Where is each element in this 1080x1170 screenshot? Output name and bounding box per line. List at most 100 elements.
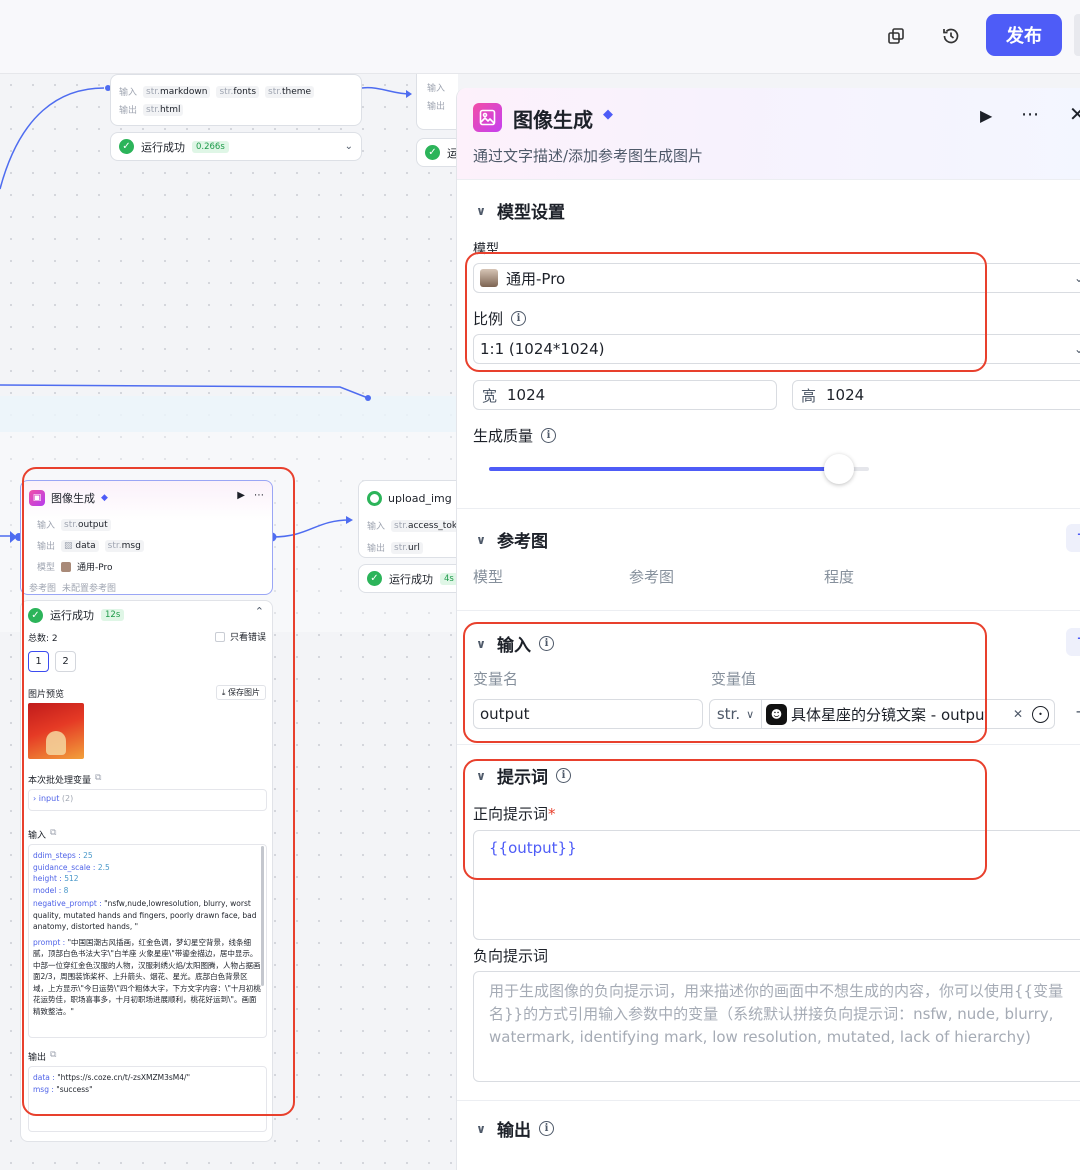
page-button[interactable]: 2 — [55, 651, 76, 672]
scrollbar[interactable] — [261, 846, 264, 986]
param-name: html — [159, 104, 181, 115]
image-gen-icon — [473, 103, 502, 132]
upload-img-node[interactable]: upload_img 输入 str.access_token 输出 str.ur… — [358, 480, 458, 558]
kv-row: guidance_scale : 2.5 — [33, 862, 262, 874]
close-icon[interactable]: ✕ — [1069, 102, 1080, 126]
save-image-button[interactable]: ⤓ 保存图片 — [215, 685, 266, 700]
type-label: str. — [268, 86, 282, 97]
model-select[interactable]: 通用-Pro ⌄ — [473, 263, 1080, 293]
batch-input-item[interactable]: › input (2) — [28, 789, 267, 811]
ref-images-header[interactable]: ∨ 参考图 — [473, 527, 548, 552]
quality-slider[interactable] — [489, 467, 869, 471]
image-gen-node[interactable]: ▣ 图像生成 ◆ ▶ ⋯ 输入 str.output 输出 ▨ data str… — [20, 480, 273, 595]
run-result-panel: ✓ 运行成功 12s ⌃ 总数: 2 只看错误 12 图片预览 ⤓ 保存图片 本… — [20, 600, 273, 1142]
check-icon: ✓ — [28, 607, 43, 623]
info-icon[interactable]: i — [511, 311, 527, 326]
chevron-down-icon[interactable]: ∨ — [473, 533, 489, 547]
param-name: data — [75, 540, 96, 551]
image-icon: ▨ — [64, 540, 76, 551]
param-name: theme — [281, 86, 312, 97]
only-errors-toggle[interactable]: 只看错误 — [214, 630, 266, 643]
width-label: 宽 — [482, 386, 498, 405]
divider — [457, 1100, 1080, 1101]
workflow-canvas[interactable]: 输入 str.markdown str.fonts str.theme 输出 s… — [0, 74, 458, 1170]
chevron-down-icon: ⌄ — [1074, 342, 1080, 356]
model-value: 通用-Pro — [77, 563, 113, 573]
page-button[interactable]: 1 — [28, 651, 49, 672]
output-label: 输出 — [119, 106, 138, 116]
quality-slider-handle[interactable] — [824, 454, 854, 484]
copy-icon[interactable] — [882, 22, 910, 50]
var-ref-value: 具体星座的分镜文案 - output — [791, 705, 987, 724]
ratio-label: 比例 — [473, 310, 504, 328]
checkbox[interactable] — [214, 631, 225, 642]
variable-picker-icon[interactable]: • — [1032, 705, 1049, 723]
prompt-section-header[interactable]: ∨ 提示词 i — [473, 763, 571, 788]
type-label: str. — [146, 86, 160, 97]
input-tag: str.fonts — [216, 85, 260, 98]
ref-value: 未配置参考图 — [62, 584, 117, 594]
panel-title: 图像生成 — [513, 108, 593, 132]
image-gen-icon: ▣ — [29, 490, 45, 506]
chevron-down-icon[interactable]: ∨ — [473, 204, 489, 218]
add-material-node[interactable]: 输入 输出 — [416, 74, 458, 130]
copy-icon[interactable]: ⧉ — [50, 828, 56, 841]
copy-icon[interactable]: ⧉ — [95, 773, 101, 786]
output-values-box[interactable]: data : "https://s.coze.cn/t/-zsXMZM3sM4/… — [28, 1066, 267, 1132]
chevron-down-icon[interactable]: ∨ — [473, 1122, 489, 1136]
more-icon[interactable]: ⋯ — [1021, 104, 1040, 125]
history-icon[interactable] — [937, 22, 965, 50]
chevron-down-icon[interactable]: ∨ — [473, 769, 489, 783]
info-icon[interactable]: i — [556, 768, 571, 783]
chevron-up-icon[interactable]: ⌃ — [255, 605, 264, 618]
remove-input-icon[interactable]: − — [1075, 702, 1080, 721]
chevron-down-icon: ⌄ — [1074, 271, 1080, 285]
run-icon[interactable]: ▶ — [980, 106, 992, 125]
node-a-run-status[interactable]: ✓ 运行成功 0.266s ⌄ — [110, 132, 362, 161]
chevron-down-icon[interactable]: ∨ — [473, 637, 489, 651]
divider — [457, 744, 1080, 745]
add-ref-button[interactable]: + — [1066, 524, 1080, 552]
model-value: 通用-Pro — [506, 269, 566, 288]
info-icon[interactable]: i — [539, 636, 554, 651]
info-icon[interactable]: i — [541, 428, 557, 443]
negative-prompt-placeholder: 用于生成图像的负向提示词，用来描述你的画面中不想生成的内容，你可以使用{{变量名… — [489, 982, 1064, 1046]
input-tag: str.output — [61, 518, 111, 531]
var-value-input[interactable]: str. ∨ ☻ 具体星座的分镜文案 - output ✕ • — [709, 699, 1055, 729]
upload-run-status[interactable]: ✓ 运行成功 4s — [358, 564, 458, 593]
ref-col-image: 参考图 — [629, 568, 675, 586]
preview-image[interactable] — [28, 703, 84, 759]
chevron-down-icon[interactable]: ⌄ — [345, 141, 353, 152]
positive-prompt-input[interactable]: {{output}} — [473, 830, 1080, 940]
var-type-select[interactable]: str. ∨ — [710, 700, 762, 728]
copy-icon[interactable]: ⧉ — [50, 1050, 56, 1063]
kv-key: height — [33, 874, 57, 883]
clear-icon[interactable]: ✕ — [1013, 707, 1023, 721]
diamond-icon: ◆ — [101, 493, 108, 503]
node-b-run-status[interactable]: ✓ 运 — [416, 138, 458, 167]
model-settings-header[interactable]: ∨ 模型设置 — [473, 198, 565, 223]
var-name-input[interactable]: output — [473, 699, 703, 729]
ref-label: 参考图 — [29, 584, 57, 594]
upload-icon — [367, 491, 382, 506]
kv-value: "success" — [56, 1084, 93, 1094]
add-input-button[interactable]: + — [1066, 628, 1080, 656]
publish-button[interactable]: 发布 — [986, 14, 1062, 56]
kv-key: ddim_steps — [33, 851, 76, 860]
ratio-select[interactable]: 1:1 (1024*1024) ⌄ — [473, 334, 1080, 364]
param-name: fonts — [233, 86, 257, 97]
ref-col-model: 模型 — [473, 568, 504, 586]
kv-separator: : — [60, 937, 68, 947]
kv-row: height : 512 — [33, 873, 262, 885]
height-input[interactable]: 高 1024 — [792, 380, 1080, 410]
width-input[interactable]: 宽 1024 — [473, 380, 777, 410]
input-section-header[interactable]: ∨ 输入 i — [473, 631, 554, 656]
more-icon[interactable]: ⋯ — [254, 490, 264, 501]
chevron-right-icon: › — [33, 794, 37, 803]
info-icon[interactable]: i — [539, 1121, 554, 1136]
run-icon[interactable]: ▶ — [237, 490, 245, 501]
html-node[interactable]: 输入 str.markdown str.fonts str.theme 输出 s… — [110, 74, 362, 126]
output-section-header[interactable]: ∨ 输出 i — [473, 1116, 554, 1141]
input-values-box[interactable]: ddim_steps : 25 guidance_scale : 2.5 heigh… — [28, 844, 267, 1038]
negative-prompt-input[interactable]: 用于生成图像的负向提示词，用来描述你的画面中不想生成的内容，你可以使用{{变量名… — [473, 971, 1080, 1082]
